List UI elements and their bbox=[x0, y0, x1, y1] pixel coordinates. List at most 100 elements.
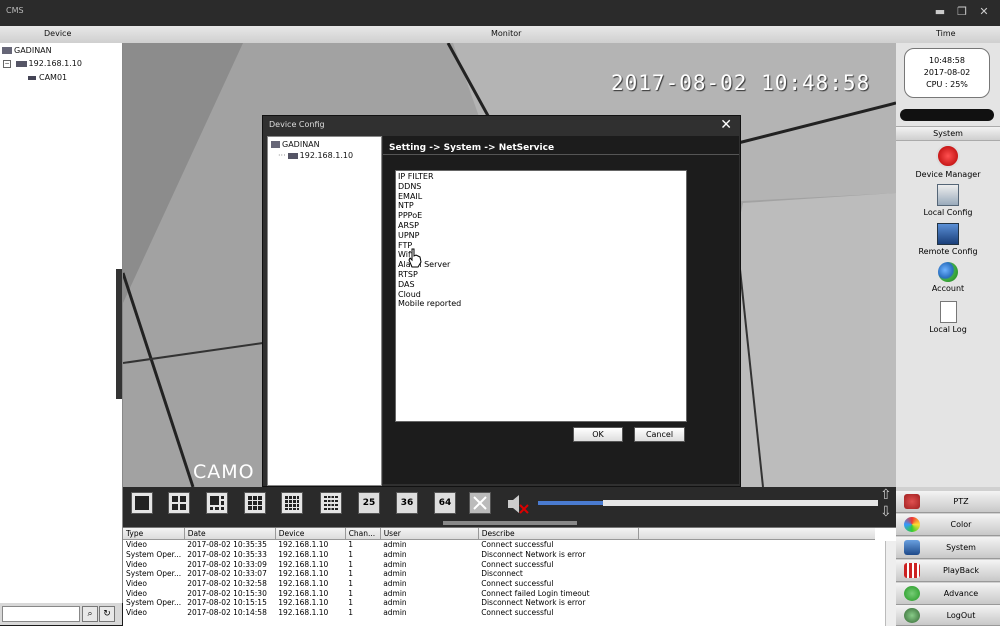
log-row[interactable]: Video 2017-08-02 10:14:58 192.168.1.10 1 adm… bbox=[123, 608, 875, 618]
log-header-date[interactable]: Date bbox=[184, 528, 276, 540]
layout-25-button[interactable]: 25 bbox=[358, 492, 380, 514]
close-icon[interactable]: ✕ bbox=[978, 6, 990, 18]
device-search-input[interactable] bbox=[2, 606, 80, 622]
log-row[interactable]: Video 2017-08-02 10:15:30 192.168.1.10 1 adm… bbox=[123, 588, 875, 598]
menu-color[interactable]: Color bbox=[896, 514, 1000, 536]
log-cell: 192.168.1.10 bbox=[278, 569, 329, 579]
dialog-tree-device[interactable]: ··· 192.168.1.10 bbox=[278, 151, 353, 160]
log-cell: Connect successful bbox=[481, 540, 554, 550]
ok-button[interactable]: OK bbox=[573, 427, 623, 442]
log-row[interactable]: Video 2017-08-02 10:32:58 192.168.1.10 1 adm… bbox=[123, 579, 875, 589]
status-bar bbox=[900, 109, 994, 121]
local-log-button[interactable]: Local Log bbox=[896, 301, 1000, 334]
account-label: Account bbox=[931, 284, 965, 293]
log-cell: admin bbox=[383, 598, 407, 608]
log-cell: 1 bbox=[348, 608, 353, 618]
menu-system[interactable]: System bbox=[896, 537, 1000, 559]
layout-36-button[interactable]: 36 bbox=[396, 492, 418, 514]
log-row[interactable]: Video 2017-08-02 10:35:35 192.168.1.10 1 adm… bbox=[123, 540, 875, 550]
remote-config-button[interactable]: Remote Config bbox=[896, 223, 1000, 256]
netservice-item[interactable]: Alarm Server bbox=[398, 260, 450, 269]
log-header-channel[interactable]: Chan... bbox=[345, 528, 381, 540]
netservice-item[interactable]: DDNS bbox=[398, 182, 421, 191]
log-row[interactable]: System Oper... 2017-08-02 10:15:15 192.168… bbox=[123, 598, 875, 608]
tree-root[interactable]: GADINAN bbox=[2, 46, 52, 55]
fullscreen-icon[interactable] bbox=[469, 492, 491, 514]
main-menu: PTZ Color System PlayBack Advance LogOut bbox=[896, 487, 1000, 626]
log-header-type[interactable]: Type bbox=[123, 528, 185, 540]
log-cell: 1 bbox=[348, 540, 353, 550]
device-manager-button[interactable]: Device Manager bbox=[896, 144, 1000, 179]
log-scrollbar[interactable] bbox=[885, 541, 896, 626]
layout-16-icon[interactable] bbox=[281, 492, 303, 514]
menu-advance[interactable]: Advance bbox=[896, 583, 1000, 605]
volume-slider[interactable] bbox=[538, 501, 603, 505]
log-header-device[interactable]: Device bbox=[275, 528, 346, 540]
panel-collapse-handle[interactable] bbox=[116, 269, 122, 399]
log-cell: Connect failed Login timeout bbox=[481, 588, 590, 598]
layout-9-icon[interactable] bbox=[244, 492, 266, 514]
layout-64-button[interactable]: 64 bbox=[434, 492, 456, 514]
netservice-item[interactable]: Mobile reported bbox=[398, 299, 461, 308]
minimize-icon[interactable]: ▬ bbox=[934, 6, 946, 18]
account-button[interactable]: Account bbox=[896, 262, 1000, 293]
log-cell: 1 bbox=[348, 569, 353, 579]
device-search-bar: ⌕ ↻ bbox=[0, 603, 122, 625]
scroll-down-icon[interactable]: ⇩ bbox=[880, 504, 894, 520]
netservice-item[interactable]: IP FILTER bbox=[398, 172, 434, 181]
mute-icon[interactable] bbox=[506, 493, 530, 515]
log-cell: Video bbox=[126, 588, 148, 598]
netservice-item[interactable]: ARSP bbox=[398, 221, 419, 230]
log-row[interactable]: System Oper... 2017-08-02 10:35:33 192.168… bbox=[123, 550, 875, 560]
log-cell: System Oper... bbox=[126, 598, 182, 608]
log-header-describe[interactable]: Describe bbox=[478, 528, 639, 540]
log-row[interactable]: System Oper... 2017-08-02 10:33:07 192.168… bbox=[123, 569, 875, 579]
log-cell: Disconnect Network is error bbox=[481, 550, 586, 560]
cancel-button[interactable]: Cancel bbox=[634, 427, 685, 442]
log-cell: Disconnect bbox=[481, 569, 523, 579]
layout-20-icon[interactable] bbox=[320, 492, 342, 514]
hand-cursor-icon bbox=[408, 248, 422, 268]
layout-4-icon[interactable] bbox=[168, 492, 190, 514]
device-tree-panel: GADINAN − 192.168.1.10 CAM01 bbox=[0, 43, 123, 603]
log-cell: admin bbox=[383, 540, 407, 550]
log-cell: 1 bbox=[348, 550, 353, 560]
menu-logout[interactable]: LogOut bbox=[896, 605, 1000, 626]
log-cell: 2017-08-02 10:35:35 bbox=[187, 540, 267, 550]
menu-ptz[interactable]: PTZ bbox=[896, 491, 1000, 513]
restore-icon[interactable]: ❐ bbox=[956, 6, 968, 18]
log-table: Type Date Device Chan... User Describe V… bbox=[123, 528, 875, 618]
netservice-item[interactable]: NTP bbox=[398, 201, 414, 210]
dialog-tree-root[interactable]: GADINAN bbox=[271, 140, 320, 149]
netservice-item[interactable]: DAS bbox=[398, 280, 415, 289]
log-row[interactable]: Video 2017-08-02 10:33:09 192.168.1.10 1 adm… bbox=[123, 559, 875, 569]
tree-camera[interactable]: CAM01 bbox=[28, 73, 67, 82]
device-manager-label: Device Manager bbox=[915, 170, 981, 179]
log-cell: Video bbox=[126, 540, 148, 550]
netservice-item[interactable]: PPPoE bbox=[398, 211, 422, 220]
log-cell: 192.168.1.10 bbox=[278, 550, 329, 560]
local-config-button[interactable]: Local Config bbox=[896, 184, 1000, 217]
users-icon bbox=[938, 262, 958, 282]
netservice-item[interactable]: EMAIL bbox=[398, 192, 422, 201]
log-cell: admin bbox=[383, 559, 407, 569]
clock-display: 10:48:58 2017-08-02 CPU : 25% bbox=[904, 48, 990, 98]
menu-playback[interactable]: PlayBack bbox=[896, 560, 1000, 582]
netservice-item[interactable]: Cloud bbox=[398, 290, 421, 299]
layout-6-icon[interactable] bbox=[206, 492, 228, 514]
scroll-up-icon[interactable]: ⇧ bbox=[880, 487, 894, 503]
netservice-item[interactable]: UPNP bbox=[398, 231, 420, 240]
log-cell: System Oper... bbox=[126, 550, 182, 560]
panel-toggle-handle[interactable] bbox=[443, 521, 577, 525]
dialog-close-icon[interactable]: ✕ bbox=[720, 117, 732, 133]
layout-1-icon[interactable] bbox=[131, 492, 153, 514]
log-cell: 1 bbox=[348, 559, 353, 569]
log-header-user[interactable]: User bbox=[380, 528, 479, 540]
log-cell: 192.168.1.10 bbox=[278, 608, 329, 618]
refresh-icon[interactable]: ↻ bbox=[99, 606, 115, 622]
monitor-column-title: Monitor bbox=[491, 29, 522, 38]
netservice-item[interactable]: RTSP bbox=[398, 270, 418, 279]
collapse-icon[interactable]: − bbox=[3, 59, 11, 68]
search-icon[interactable]: ⌕ bbox=[82, 606, 98, 622]
tree-device[interactable]: − 192.168.1.10 bbox=[3, 59, 82, 68]
